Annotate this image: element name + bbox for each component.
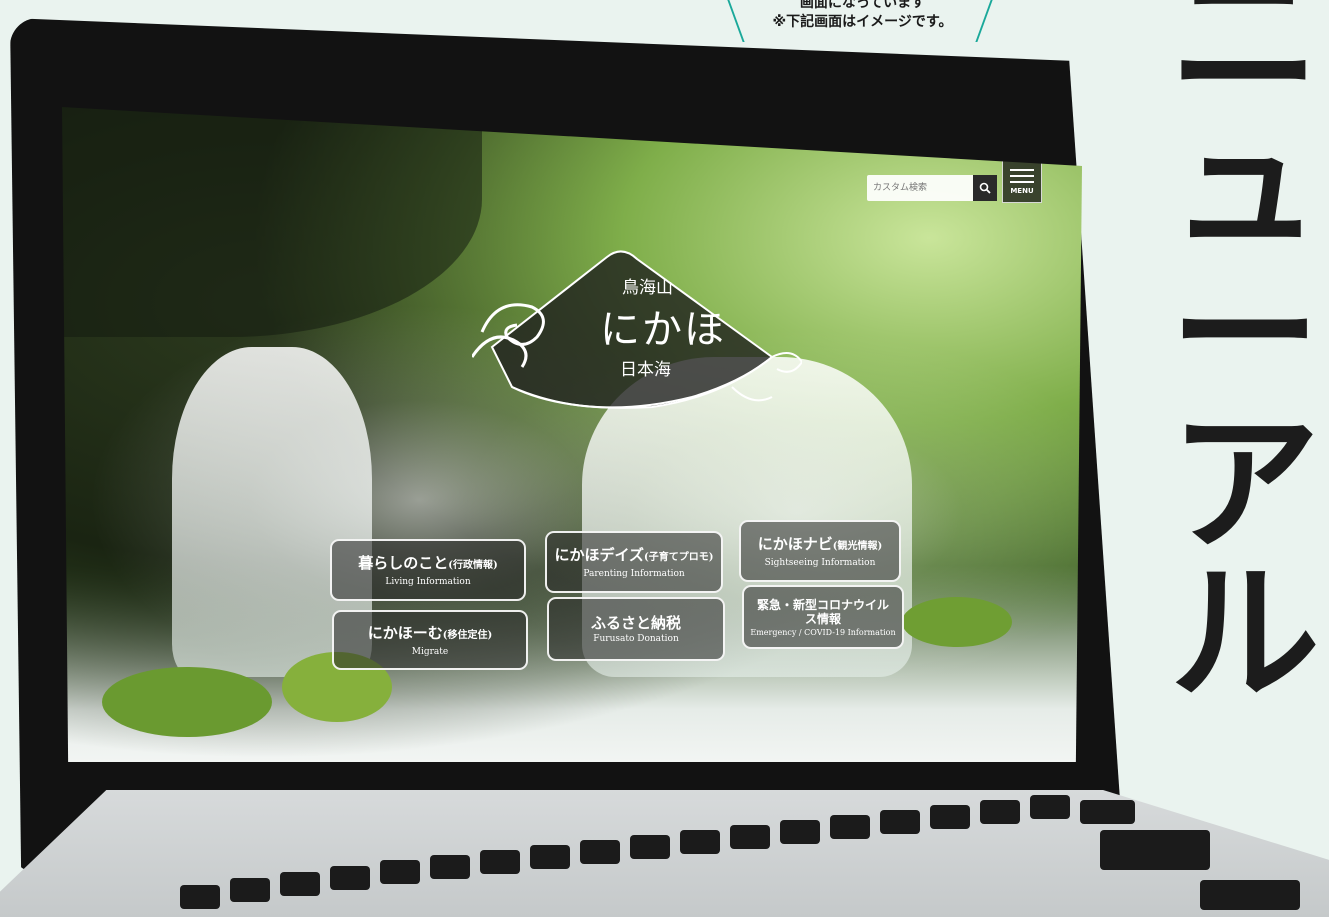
nav-label-sub: (観光情報) — [832, 540, 883, 552]
keyboard-key — [380, 860, 420, 884]
keyboard-key — [980, 800, 1020, 824]
keyboard-key — [330, 866, 370, 890]
nav-label: ふるさと納税 — [591, 614, 681, 632]
keyboard-key — [780, 820, 820, 844]
nav-label: にかほナビ(観光情報) — [758, 535, 882, 556]
keyboard-key — [230, 878, 270, 902]
nav-label-en: Sightseeing Information — [764, 557, 876, 568]
vertical-title: ニ ュ ー ア ル — [1160, 0, 1329, 710]
nav-label-sub: (子育てプロモ) — [644, 551, 714, 563]
search-box[interactable] — [867, 175, 997, 201]
image-caption: 画面になっています ※下記画面はイメージです。 — [727, 0, 993, 42]
keyboard-key — [180, 885, 220, 909]
moss-rock — [902, 597, 1012, 647]
hamburger-icon — [1010, 181, 1034, 183]
nav-label-en: Migrate — [411, 646, 449, 657]
keyboard-key — [430, 855, 470, 879]
menu-label: MENU — [1010, 187, 1034, 195]
keyboard-key — [1200, 880, 1300, 910]
nav-button-emergency[interactable]: 緊急・新型コロナウイルス情報 Emergency / COVID-19 Info… — [742, 585, 904, 649]
vertical-char: ュ — [1169, 98, 1320, 272]
keyboard-key — [1100, 830, 1210, 870]
nav-label-en: Emergency / COVID-19 Information — [750, 627, 896, 637]
nav-button-furusato[interactable]: ふるさと納税 Furusato Donation — [547, 597, 725, 661]
keyboard-key — [280, 872, 320, 896]
keyboard-key — [830, 815, 870, 839]
nav-label-ja: ふるさと納税 — [590, 614, 681, 632]
keyboard-key — [930, 805, 970, 829]
keyboard-key — [1030, 795, 1070, 819]
nav-label-ja: にかほデイズ — [554, 545, 645, 564]
nav-label: にかほーむ(移住定住) — [368, 624, 492, 645]
keyboard-key — [1080, 800, 1135, 824]
logo-text-nihonkai: 日本海 — [620, 360, 671, 380]
menu-button[interactable]: MENU — [1002, 159, 1042, 203]
caption-text-2: ※下記画面はイメージです。 — [772, 14, 953, 30]
vertical-char: ル — [1169, 548, 1320, 722]
keyboard-key — [630, 835, 670, 859]
keyboard-key — [680, 830, 720, 854]
nav-label-en: Living Information — [385, 576, 471, 587]
nav-label: にかほデイズ(子育てプロモ) — [554, 546, 713, 567]
keyboard-key — [530, 845, 570, 869]
nav-label-ja: 暮らしのこと — [358, 553, 449, 572]
keyboard-key — [880, 810, 920, 834]
nav-label-sub: (移住定住) — [442, 629, 493, 641]
vertical-char: ー — [1169, 248, 1320, 422]
logo-text-chokaisan: 鳥海山 — [622, 278, 673, 298]
keyboard-key — [480, 850, 520, 874]
vertical-char: ア — [1169, 398, 1320, 572]
nav-button-sightseeing[interactable]: にかほナビ(観光情報) Sightseeing Information — [739, 520, 901, 582]
logo-text-nikaho: にかほ — [600, 307, 726, 353]
hamburger-icon — [1010, 175, 1034, 177]
cliff-shadow — [62, 107, 482, 337]
nav-label-en: Furusato Donation — [593, 634, 679, 644]
nav-button-migrate[interactable]: にかほーむ(移住定住) Migrate — [332, 610, 528, 670]
laptop-screen: MENU 鳥海山 にかほ 日本海 暮らしのこと(行政情報) Living Inf… — [62, 107, 1082, 762]
search-icon — [979, 182, 991, 194]
nav-button-parenting[interactable]: にかほデイズ(子育てプロモ) Parenting Information — [545, 531, 723, 593]
hamburger-icon — [1010, 169, 1034, 171]
keyboard-key — [580, 840, 620, 864]
site-logo[interactable]: 鳥海山 にかほ 日本海 — [470, 237, 804, 427]
nav-label: 暮らしのこと(行政情報) — [358, 554, 497, 575]
nav-label-ja: にかほーむ — [367, 623, 443, 642]
nav-label-ja: 緊急・新型コロナウイルス情報 — [756, 597, 889, 626]
nav-label-ja: にかほナビ — [757, 534, 833, 553]
search-button[interactable] — [973, 175, 997, 201]
nav-button-living[interactable]: 暮らしのこと(行政情報) Living Information — [330, 539, 526, 601]
search-input[interactable] — [867, 176, 975, 200]
vertical-char: ニ — [1169, 0, 1320, 122]
nav-label-en: Parenting Information — [583, 568, 685, 579]
moss-rock — [102, 667, 272, 737]
keyboard-key — [730, 825, 770, 849]
nav-label-sub: (行政情報) — [448, 559, 498, 571]
